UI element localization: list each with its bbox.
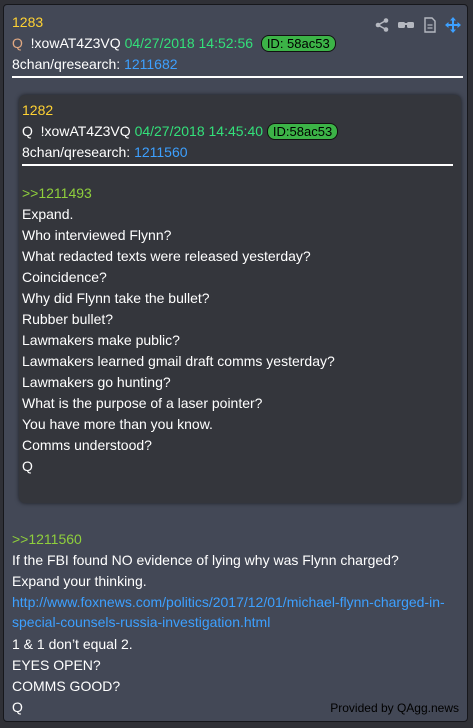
body-line: You have more than you know. bbox=[22, 416, 213, 432]
post-card: 1283 Q !xowAT4Z3VQ 04/27/2018 14:52:56 I… bbox=[3, 4, 468, 722]
tripcode: !xowAT4Z3VQ bbox=[30, 35, 121, 51]
quoted-post-number: 1282 bbox=[22, 102, 54, 118]
body-line: Who interviewed Flynn? bbox=[22, 227, 172, 243]
glasses-icon[interactable] bbox=[397, 17, 415, 33]
document-icon[interactable] bbox=[422, 17, 438, 33]
post-toolbar bbox=[374, 17, 461, 33]
reply-reference[interactable]: >>1211560 bbox=[12, 530, 82, 548]
body-line: If the FBI found NO evidence of lying wh… bbox=[12, 552, 399, 568]
body-line: Lawmakers go hunting? bbox=[22, 374, 171, 390]
article-link-continued[interactable]: special-counsels-russia-investigation.ht… bbox=[12, 613, 270, 631]
body-line: Lawmakers learned gmail draft comms yest… bbox=[22, 353, 335, 369]
q-marker: Q bbox=[22, 123, 33, 139]
q-marker: Q bbox=[12, 35, 23, 51]
body-line: Q bbox=[12, 699, 23, 715]
body-line: Q bbox=[22, 458, 33, 474]
post-link[interactable]: 1211682 bbox=[124, 56, 177, 72]
quoted-post: 1282 Q !xowAT4Z3VQ 04/27/2018 14:45:40 I… bbox=[19, 95, 461, 503]
id-badge: ID: 58ac53 bbox=[260, 35, 336, 52]
body-line: What redacted texts were released yester… bbox=[22, 248, 311, 264]
body-line: EYES OPEN? bbox=[12, 657, 101, 673]
body-line: Expand your thinking. bbox=[12, 573, 147, 589]
provided-by-footer: Provided by QAgg.news bbox=[330, 701, 459, 715]
reply-reference[interactable]: >>1211493 bbox=[22, 184, 92, 202]
article-link[interactable]: http://www.foxnews.com/politics/2017/12/… bbox=[12, 593, 445, 611]
body-line: What is the purpose of a laser pointer? bbox=[22, 395, 263, 411]
body-line: Lawmakers make public? bbox=[22, 332, 180, 348]
post-source: 8chan/qresearch: 1211682 bbox=[12, 55, 178, 73]
post-meta: Q !xowAT4Z3VQ 04/27/2018 14:52:56 ID: 58… bbox=[12, 34, 336, 52]
body-line: Expand. bbox=[22, 206, 74, 222]
move-icon[interactable] bbox=[445, 17, 461, 33]
board-name: 8chan/qresearch: bbox=[22, 144, 131, 160]
post-datetime: 04/27/2018 14:52:56 bbox=[124, 35, 254, 51]
share-icon[interactable] bbox=[374, 17, 390, 33]
body-line: Coincidence? bbox=[22, 269, 107, 285]
post-link[interactable]: 1211560 bbox=[134, 144, 187, 160]
id-badge: ID:58ac53 bbox=[266, 123, 339, 140]
tripcode: !xowAT4Z3VQ bbox=[40, 123, 131, 139]
body-line: Comms understood? bbox=[22, 437, 152, 453]
board-name: 8chan/qresearch: bbox=[12, 56, 121, 72]
body-line: 1 & 1 don’t equal 2. bbox=[12, 636, 133, 652]
quoted-post-datetime: 04/27/2018 14:45:40 bbox=[134, 123, 264, 139]
body-line: Rubber bullet? bbox=[22, 311, 114, 327]
body-line: COMMS GOOD? bbox=[12, 678, 121, 694]
quoted-header-divider bbox=[22, 164, 453, 166]
post-number: 1283 bbox=[12, 14, 44, 30]
body-line: Why did Flynn take the bullet? bbox=[22, 290, 210, 306]
quoted-post-meta: Q !xowAT4Z3VQ 04/27/2018 14:45:40 ID:58a… bbox=[22, 122, 339, 140]
header-divider bbox=[12, 76, 463, 78]
quoted-post-source: 8chan/qresearch: 1211560 bbox=[22, 143, 188, 161]
